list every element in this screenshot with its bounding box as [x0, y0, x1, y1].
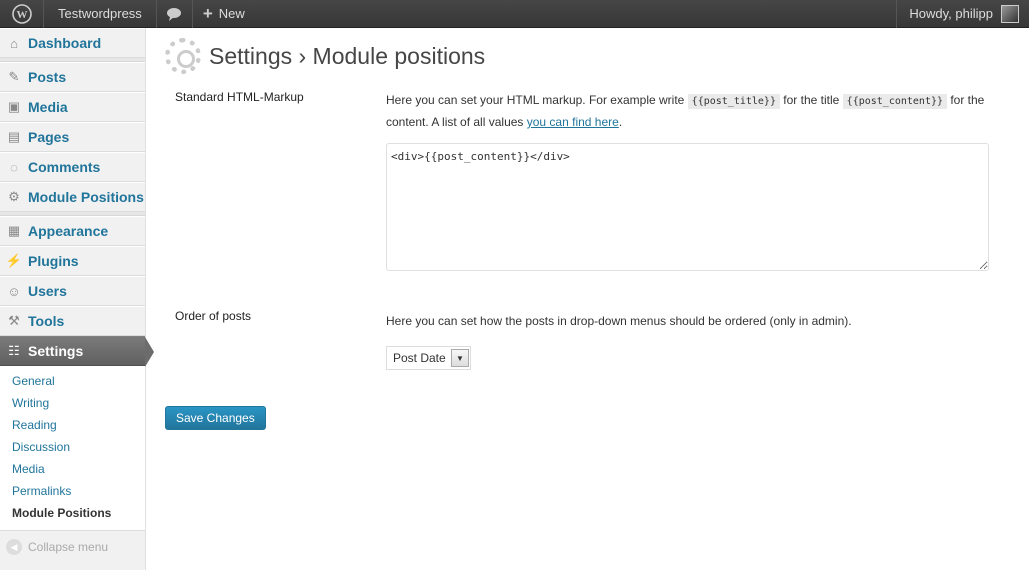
- plus-icon: +: [202, 4, 213, 23]
- sidebar-item-label: Settings: [28, 343, 84, 359]
- pages-icon: ▤: [7, 129, 21, 144]
- collapse-label: Collapse menu: [28, 540, 109, 554]
- comment-icon: [167, 7, 182, 21]
- values-list-link[interactable]: you can find here: [527, 115, 619, 129]
- submenu-item-media[interactable]: Media: [0, 458, 145, 480]
- appearance-icon: ▦: [7, 223, 21, 238]
- page-header: Settings › Module positions: [165, 28, 1015, 84]
- order-field: Here you can set how the posts in drop-d…: [386, 309, 996, 370]
- save-changes-button[interactable]: Save Changes: [165, 406, 266, 430]
- main-content: Settings › Module positions Standard HTM…: [165, 28, 1015, 430]
- submenu-item-discussion[interactable]: Discussion: [0, 436, 145, 458]
- home-icon: ⌂: [10, 35, 18, 51]
- post-title-code: {{post_title}}: [687, 94, 780, 109]
- sidebar-item-users[interactable]: ☺ Users: [0, 276, 145, 306]
- settings-submenu: General Writing Reading Discussion Media…: [0, 366, 145, 531]
- desc-text: for the title: [779, 93, 843, 107]
- sidebar-item-settings[interactable]: ☷ Settings: [0, 336, 154, 367]
- new-label: New: [218, 6, 245, 21]
- comments-button[interactable]: [157, 0, 193, 28]
- user-account-menu[interactable]: Howdy, philipp: [896, 0, 1029, 28]
- order-row: Order of posts Here you can set how the …: [165, 309, 1015, 370]
- sidebar-item-label: Comments: [28, 159, 101, 175]
- sidebar-item-comments[interactable]: ◌ Comments: [0, 152, 145, 182]
- site-name-link[interactable]: Testwordpress: [44, 0, 157, 28]
- sidebar-item-pages[interactable]: ▤ Pages: [0, 122, 145, 152]
- admin-bar: W Testwordpress + New Howdy, philipp: [0, 0, 1029, 28]
- howdy-text: Howdy, philipp: [909, 6, 993, 21]
- markup-field: Here you can set your HTML markup. For e…: [386, 90, 996, 271]
- settings-icon: ☷: [8, 343, 20, 358]
- avatar: [1001, 4, 1019, 23]
- sidebar-item-posts[interactable]: ✎ Posts: [0, 62, 145, 92]
- sidebar-item-label: Plugins: [28, 253, 79, 269]
- order-selected-value: Post Date: [393, 351, 446, 365]
- submenu-item-module-positions[interactable]: Module Positions: [0, 502, 145, 524]
- comment-icon: ◌: [10, 159, 18, 175]
- users-icon: ☺: [7, 283, 21, 299]
- wordpress-logo-icon[interactable]: W: [0, 0, 44, 28]
- settings-gear-icon: [165, 38, 201, 74]
- post-content-code: {{post_content}}: [842, 94, 947, 109]
- plugin-icon: ⚡: [5, 253, 23, 268]
- chevron-down-icon: ▼: [451, 349, 469, 367]
- new-content-button[interactable]: + New: [193, 0, 257, 28]
- admin-sidebar: ⌂ Dashboard ✎ Posts ▣ Media ▤ Pages ◌ Co…: [0, 28, 154, 570]
- sidebar-item-module-positions[interactable]: ⚙ Module Positions: [0, 182, 145, 212]
- order-description: Here you can set how the posts in drop-d…: [386, 314, 852, 328]
- collapse-menu-button[interactable]: ◀ Collapse menu: [0, 531, 145, 563]
- sidebar-item-label: Media: [28, 99, 68, 115]
- markup-label: Standard HTML-Markup: [175, 90, 304, 104]
- sidebar-item-label: Module Positions: [28, 189, 144, 205]
- tools-icon: ⚒: [8, 313, 20, 328]
- order-label: Order of posts: [175, 309, 252, 323]
- sidebar-item-media[interactable]: ▣ Media: [0, 92, 145, 122]
- pin-icon: ✎: [8, 69, 20, 84]
- submenu-item-permalinks[interactable]: Permalinks: [0, 480, 145, 502]
- collapse-arrow-icon: ◀: [6, 539, 22, 555]
- sidebar-item-label: Appearance: [28, 223, 109, 239]
- sidebar-item-label: Pages: [28, 129, 70, 145]
- sidebar-item-tools[interactable]: ⚒ Tools: [0, 306, 145, 336]
- submenu-item-writing[interactable]: Writing: [0, 392, 145, 414]
- svg-text:W: W: [16, 9, 27, 21]
- sidebar-item-label: Tools: [28, 313, 65, 329]
- desc-text: .: [618, 115, 623, 129]
- media-icon: ▣: [7, 99, 21, 114]
- order-select[interactable]: Post Date ▼: [386, 346, 471, 370]
- markup-row: Standard HTML-Markup Here you can set yo…: [165, 90, 1015, 271]
- sidebar-item-label: Users: [28, 283, 67, 299]
- gear-icon: ⚙: [8, 189, 20, 204]
- sidebar-item-label: Posts: [28, 69, 67, 85]
- desc-text: Here you can set your HTML markup. For e…: [386, 93, 688, 107]
- markup-description: Here you can set your HTML markup. For e…: [386, 90, 996, 133]
- page-title: Settings › Module positions: [209, 42, 486, 69]
- html-markup-textarea[interactable]: <div>{{post_content}}</div>: [386, 143, 989, 271]
- sidebar-item-plugins[interactable]: ⚡ Plugins: [0, 246, 145, 276]
- submenu-item-reading[interactable]: Reading: [0, 414, 145, 436]
- submenu-item-general[interactable]: General: [0, 370, 145, 392]
- sidebar-item-appearance[interactable]: ▦ Appearance: [0, 216, 145, 246]
- sidebar-item-dashboard[interactable]: ⌂ Dashboard: [0, 28, 145, 58]
- sidebar-item-label: Dashboard: [28, 35, 102, 51]
